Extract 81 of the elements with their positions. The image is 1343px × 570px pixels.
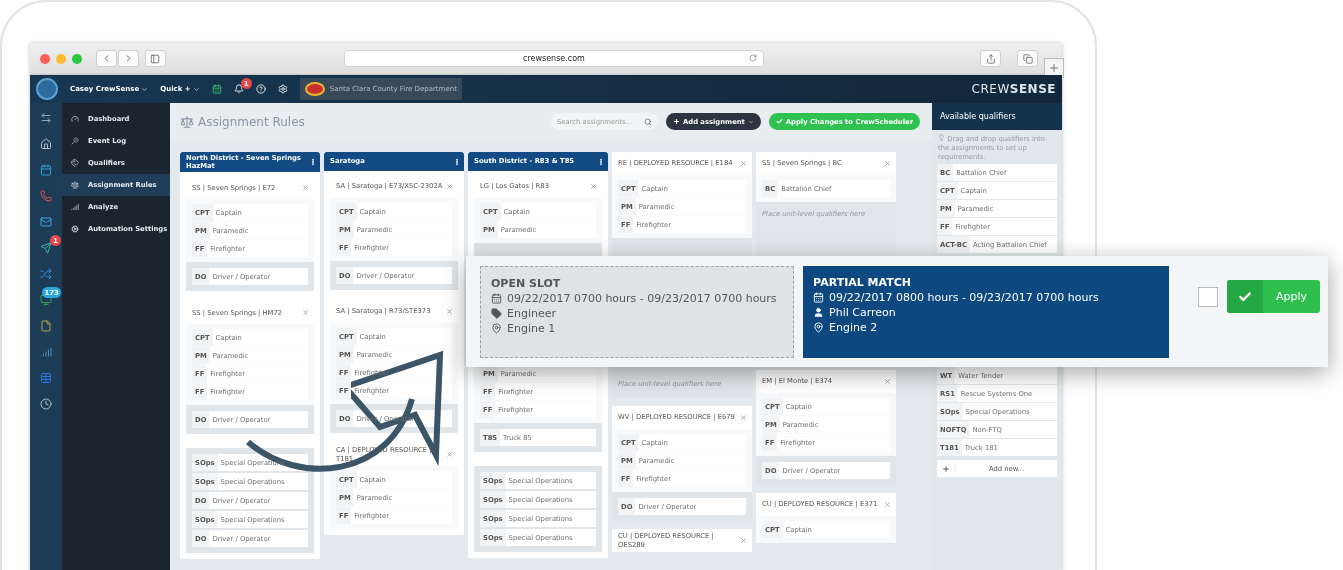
file-icon[interactable] [40,320,52,332]
close-icon[interactable] [40,53,50,64]
sidebar-button[interactable] [144,50,166,67]
calendar-icon[interactable] [40,164,52,176]
scale-icon [71,181,79,189]
phone-icon[interactable] [40,190,52,202]
mail-icon[interactable] [40,216,52,228]
check-icon [1238,289,1253,304]
address-bar[interactable]: crewsense.com [343,50,765,67]
close-icon[interactable] [884,160,891,167]
calendar-icon[interactable] [211,84,222,94]
select-checkbox[interactable] [1198,286,1219,307]
bell-icon[interactable] [233,84,244,94]
reload-icon[interactable] [749,54,758,62]
close-icon[interactable] [740,414,747,421]
match-time: 09/22/2017 0800 hours - 09/23/2017 0700 hours [829,290,1099,304]
more-icon[interactable] [309,158,317,167]
tags-icon [71,159,79,167]
user-icon [813,306,825,318]
table-icon[interactable] [40,372,52,384]
caret-icon [192,85,200,93]
slot-title: OPEN SLOT [491,276,562,290]
bar-chart-icon [71,203,79,211]
caret-icon [747,118,754,125]
scale-icon [180,114,194,129]
match-person: Phil Carreon [829,305,896,319]
panel-title: Available qualifiers [932,103,1062,130]
forward-button[interactable] [117,50,139,67]
check-icon [775,118,783,125]
settings-icon[interactable] [277,84,288,94]
close-icon[interactable] [302,184,309,192]
calendar-icon [491,292,502,304]
paper-plane-icon[interactable] [40,242,52,254]
more-icon[interactable] [453,157,461,166]
user-avatar[interactable] [36,78,58,100]
share-icon [985,53,996,64]
tabs-icon [1022,53,1033,64]
help-icon[interactable] [255,84,266,94]
monitor-icon[interactable] [40,294,52,306]
close-icon[interactable] [590,183,597,190]
clock-icon[interactable] [40,398,52,410]
close-icon[interactable] [446,308,453,315]
tabs-button[interactable] [1017,50,1039,67]
bar-chart-icon[interactable] [40,346,52,358]
maximize-icon[interactable] [71,53,82,64]
back-button[interactable] [95,50,117,67]
match-location: Engine 2 [829,320,878,334]
shuffle-icon[interactable] [40,268,52,280]
close-icon[interactable] [446,183,453,190]
match-title: PARTIAL MATCH [813,275,912,289]
page-title: Assignment Rules [198,114,305,129]
tag-icon [491,307,502,319]
caret-icon [141,85,149,93]
close-icon[interactable] [740,160,747,167]
more-icon[interactable] [597,157,605,166]
wand-icon [71,137,79,145]
close-icon[interactable] [884,501,891,508]
brand-logo: CREWSENSE [971,82,1056,96]
plus-icon [673,118,680,125]
calendar-icon [813,291,825,303]
new-tab-button[interactable] [1044,57,1064,78]
share-button[interactable] [980,50,1002,67]
plus-icon [942,465,950,473]
slot-time: 09/22/2017 0700 hours - 09/23/2017 0700 hours [507,291,777,305]
close-icon[interactable] [302,309,309,317]
plus-icon [1048,61,1061,74]
close-icon[interactable] [446,451,453,458]
slot-qualifier: Engineer [507,306,556,320]
sidebar-icon [150,53,161,64]
map-pin-icon [813,321,825,333]
search-icon[interactable] [644,117,652,126]
slot-location: Engine 1 [507,321,556,335]
close-icon[interactable] [884,378,891,385]
arrows-icon[interactable] [40,112,52,124]
gauge-icon [71,115,79,123]
gear-icon [71,225,79,233]
home-icon[interactable] [40,138,52,150]
badge-logo [304,82,325,96]
close-icon[interactable] [740,537,747,544]
map-pin-icon [491,322,502,334]
lightbulb-icon [938,134,945,141]
